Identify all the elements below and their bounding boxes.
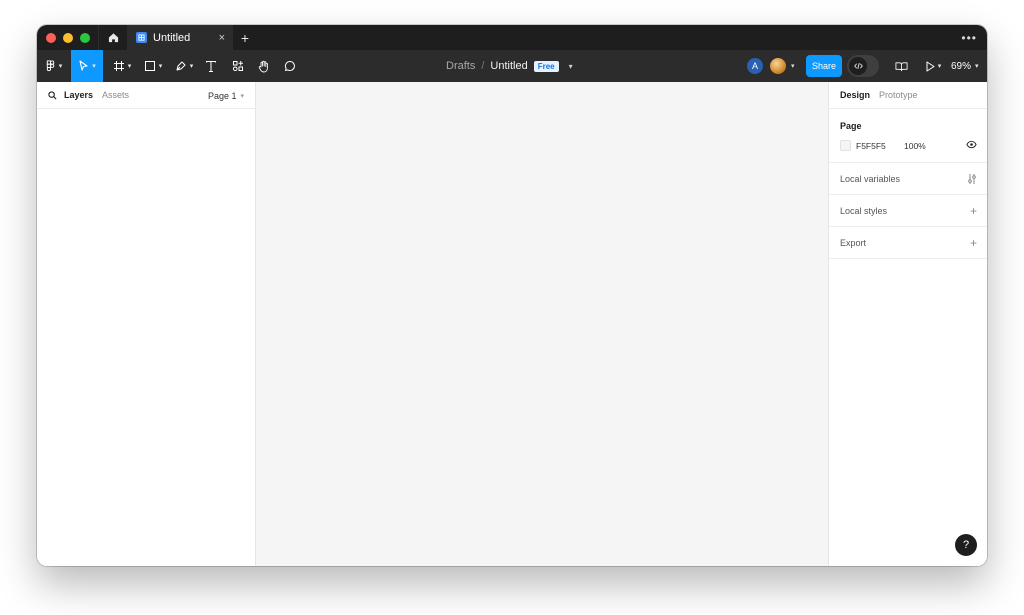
code-icon (849, 57, 867, 75)
zoom-level: 69% (951, 60, 972, 72)
page-color-opacity[interactable]: 100% (904, 141, 926, 151)
local-variables-section[interactable]: Local variables (829, 163, 987, 195)
rectangle-icon (144, 61, 155, 71)
resources-tool-button[interactable] (229, 50, 247, 82)
design-panel-header: Design Prototype (829, 82, 987, 109)
toolbar: ▾ ▾ ▾ ▾ ▾ Drafts / Untitled Free ▾ A ▾ S… (37, 50, 987, 82)
export-title: Export (840, 238, 867, 248)
local-styles-title: Local styles (840, 206, 888, 216)
tab-assets[interactable]: Assets (102, 90, 129, 100)
chevron-down-icon[interactable]: ▾ (569, 62, 573, 71)
plus-icon[interactable]: + (970, 204, 977, 218)
page-section-title: Page (840, 121, 862, 131)
share-button[interactable]: Share (806, 55, 842, 77)
page-selector[interactable]: Page 1 ▾ (208, 82, 244, 109)
chevron-down-icon: ▾ (240, 92, 244, 100)
more-options-icon[interactable]: ••• (961, 31, 977, 45)
cursor-icon (79, 60, 88, 71)
page-color-swatch[interactable] (840, 140, 851, 151)
breadcrumb-drafts-link[interactable]: Drafts (446, 60, 475, 72)
move-tool-button[interactable]: ▾ (71, 50, 103, 82)
text-tool-button[interactable] (202, 50, 220, 82)
home-button[interactable] (98, 25, 128, 50)
design-canvas[interactable] (256, 82, 828, 566)
frame-tool-button[interactable]: ▾ (109, 50, 135, 82)
comment-tool-button[interactable] (281, 50, 299, 82)
eye-icon[interactable] (966, 140, 977, 149)
close-tab-icon[interactable]: × (219, 32, 225, 44)
file-tab[interactable]: Untitled × (128, 25, 233, 50)
main-menu-button[interactable]: ▾ (37, 50, 71, 82)
pen-icon (176, 61, 186, 71)
current-page: Page 1 (207, 90, 237, 101)
plus-icon[interactable]: + (970, 236, 977, 250)
text-icon (206, 60, 216, 72)
tab-prototype[interactable]: Prototype (879, 90, 918, 100)
new-tab-button[interactable]: + (233, 25, 257, 50)
play-icon (926, 61, 935, 71)
local-variables-title: Local variables (840, 174, 901, 184)
search-icon[interactable] (48, 90, 57, 100)
figma-menu-icon (46, 59, 54, 71)
design-panel: Design Prototype Page F5F5F5 100% Local … (828, 82, 987, 566)
chevron-down-icon: ▾ (92, 63, 96, 70)
comment-icon (285, 60, 295, 71)
tab-design[interactable]: Design (840, 90, 870, 100)
plan-badge[interactable]: Free (533, 60, 559, 72)
collaborator-avatar[interactable]: A (747, 58, 763, 74)
zoom-window-button[interactable] (80, 32, 90, 43)
chevron-down-icon: ▾ (189, 63, 194, 70)
shape-tool-button[interactable]: ▾ (140, 50, 166, 82)
chevron-down-icon: ▾ (937, 63, 942, 70)
tab-label: Untitled (153, 31, 191, 44)
dev-mode-toggle[interactable] (847, 55, 879, 77)
page-section: Page F5F5F5 100% (829, 109, 987, 163)
home-icon (108, 33, 118, 43)
local-styles-section[interactable]: Local styles + (829, 195, 987, 227)
layers-panel: Layers Assets Page 1 ▾ (37, 82, 256, 566)
file-breadcrumb: Drafts / Untitled Free ▾ (446, 50, 573, 82)
resources-icon (232, 61, 243, 72)
layers-panel-header: Layers Assets Page 1 ▾ (37, 82, 255, 109)
zoom-menu[interactable]: 69% ▾ (951, 50, 979, 82)
hand-icon (258, 60, 268, 72)
app-window: Untitled × + ••• ▾ ▾ ▾ ▾ ▾ Drafts / Unti… (37, 25, 987, 566)
page-color-hex[interactable]: F5F5F5 (856, 141, 886, 151)
help-button[interactable]: ? (955, 534, 977, 556)
breadcrumb-separator: / (481, 60, 485, 72)
pen-tool-button[interactable]: ▾ (171, 50, 197, 82)
chevron-down-icon: ▾ (158, 63, 163, 70)
chevron-down-icon: ▾ (58, 63, 63, 70)
file-name[interactable]: Untitled (490, 60, 527, 72)
chevron-down-icon[interactable]: ▾ (791, 62, 795, 70)
traffic-lights (46, 32, 98, 43)
export-section[interactable]: Export + (829, 227, 987, 259)
user-avatar[interactable] (770, 58, 786, 74)
title-bar: Untitled × + ••• (37, 25, 987, 50)
close-window-button[interactable] (46, 32, 56, 43)
chevron-down-icon: ▾ (975, 63, 979, 70)
minimize-window-button[interactable] (63, 32, 73, 43)
frame-icon (113, 61, 124, 71)
chevron-down-icon: ▾ (127, 63, 132, 70)
sliders-icon[interactable] (967, 173, 977, 185)
design-file-icon (136, 32, 147, 43)
tab-layers[interactable]: Layers (64, 90, 93, 100)
present-button[interactable]: ▾ (921, 50, 945, 82)
library-button[interactable] (892, 50, 910, 82)
book-icon (895, 61, 907, 71)
hand-tool-button[interactable] (255, 50, 273, 82)
